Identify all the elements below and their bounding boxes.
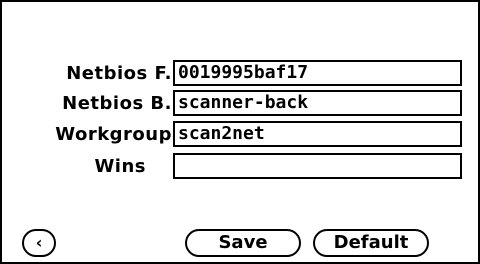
chevron-left-icon: ‹ (35, 233, 43, 252)
workgroup-field[interactable]: scan2net (173, 121, 462, 147)
back-button[interactable]: ‹ (22, 229, 56, 257)
netbios-front-field[interactable]: 0019995baf17 (173, 60, 462, 86)
netbios-front-label: Netbios F. (66, 63, 172, 84)
netbios-back-field[interactable]: scanner-back (173, 90, 462, 116)
settings-panel: Netbios F. 0019995baf17 Netbios B. scann… (0, 0, 480, 264)
wins-label: Wins (94, 156, 146, 177)
wins-field[interactable] (173, 153, 462, 179)
save-button[interactable]: Save (185, 229, 301, 257)
netbios-back-label: Netbios B. (62, 93, 172, 114)
default-button[interactable]: Default (313, 229, 429, 257)
workgroup-label: Workgroup (55, 124, 172, 145)
